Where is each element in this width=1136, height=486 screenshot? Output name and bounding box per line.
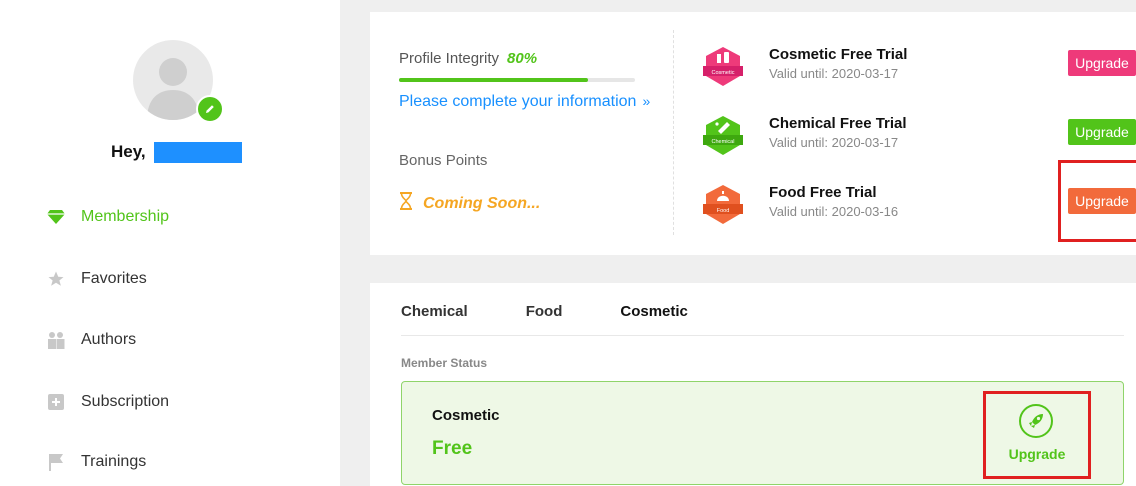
- bonus-points-label: Bonus Points: [399, 152, 488, 169]
- membership-summary-card: Profile Integrity 80% Please complete you…: [370, 12, 1136, 255]
- trial-valid-until: Valid until: 2020-03-16: [769, 204, 899, 219]
- member-status-box: Cosmetic Free Upgrade: [401, 381, 1124, 485]
- svg-text:Food: Food: [717, 208, 730, 214]
- member-status-card: Chemical Food Cosmetic Member Status Cos…: [370, 283, 1136, 486]
- sidebar: Hey, Membership Favorites Authors Subscr…: [0, 0, 340, 486]
- star-icon: [46, 269, 66, 289]
- complete-information-text: Please complete your information: [399, 93, 637, 110]
- highlight-box: [983, 391, 1091, 479]
- subscription-icon: [46, 392, 66, 412]
- bonus-points-status: Coming Soon...: [399, 192, 540, 215]
- trial-title: Food Free Trial: [769, 184, 877, 201]
- divider: [673, 30, 674, 235]
- people-icon: [46, 330, 66, 350]
- food-badge-icon: Food: [703, 185, 743, 224]
- upgrade-chemical-button[interactable]: Upgrade: [1068, 119, 1136, 145]
- coming-soon-text: Coming Soon...: [423, 194, 541, 212]
- highlight-box: [1058, 160, 1136, 242]
- upgrade-cosmetic-button[interactable]: Upgrade: [1068, 50, 1136, 76]
- member-status-category: Cosmetic: [432, 407, 500, 424]
- user-name-redacted: [153, 141, 242, 163]
- sidebar-item-label: Trainings: [81, 453, 147, 470]
- diamond-icon: [46, 207, 66, 227]
- sidebar-item-subscription[interactable]: Subscription: [46, 390, 169, 414]
- svg-text:Chemical: Chemical: [712, 139, 735, 145]
- profile-integrity-progress: [399, 78, 635, 82]
- double-chevron-right-icon: »: [642, 93, 651, 109]
- trial-valid-until: Valid until: 2020-03-17: [769, 66, 899, 81]
- sidebar-item-authors[interactable]: Authors: [46, 328, 136, 352]
- category-tabs: Chemical Food Cosmetic: [401, 303, 746, 320]
- greeting-text: Hey,: [111, 142, 146, 161]
- sidebar-item-label: Subscription: [81, 393, 170, 410]
- complete-information-link[interactable]: Please complete your information »: [399, 93, 650, 111]
- trial-title: Cosmetic Free Trial: [769, 46, 908, 63]
- svg-text:Cosmetic: Cosmetic: [712, 70, 735, 76]
- tabs-divider: [401, 335, 1124, 336]
- profile-integrity-label: Profile Integrity: [399, 50, 500, 67]
- sidebar-item-label: Favorites: [81, 270, 147, 287]
- profile-integrity: Profile Integrity 80%: [399, 50, 537, 67]
- cosmetic-badge-icon: Cosmetic: [703, 47, 743, 86]
- flag-icon: [46, 452, 66, 472]
- member-status-value: Free: [432, 438, 473, 459]
- sidebar-item-trainings[interactable]: Trainings: [46, 450, 146, 474]
- sidebar-item-favorites[interactable]: Favorites: [46, 267, 147, 291]
- sidebar-item-label: Authors: [81, 331, 137, 348]
- tab-chemical[interactable]: Chemical: [401, 303, 468, 320]
- tab-food[interactable]: Food: [526, 303, 563, 320]
- greeting: Hey,: [111, 141, 242, 163]
- tab-cosmetic[interactable]: Cosmetic: [620, 303, 688, 320]
- trial-title: Chemical Free Trial: [769, 115, 907, 132]
- sidebar-item-membership[interactable]: Membership: [46, 205, 169, 229]
- sidebar-item-label: Membership: [81, 208, 170, 225]
- profile-integrity-value: 80%: [507, 50, 538, 67]
- edit-avatar-icon[interactable]: [196, 95, 224, 123]
- trial-valid-until: Valid until: 2020-03-17: [769, 135, 899, 150]
- hourglass-icon: [399, 192, 413, 215]
- progress-fill: [399, 78, 588, 82]
- chemical-badge-icon: Chemical: [703, 116, 743, 155]
- member-status-label: Member Status: [401, 356, 488, 370]
